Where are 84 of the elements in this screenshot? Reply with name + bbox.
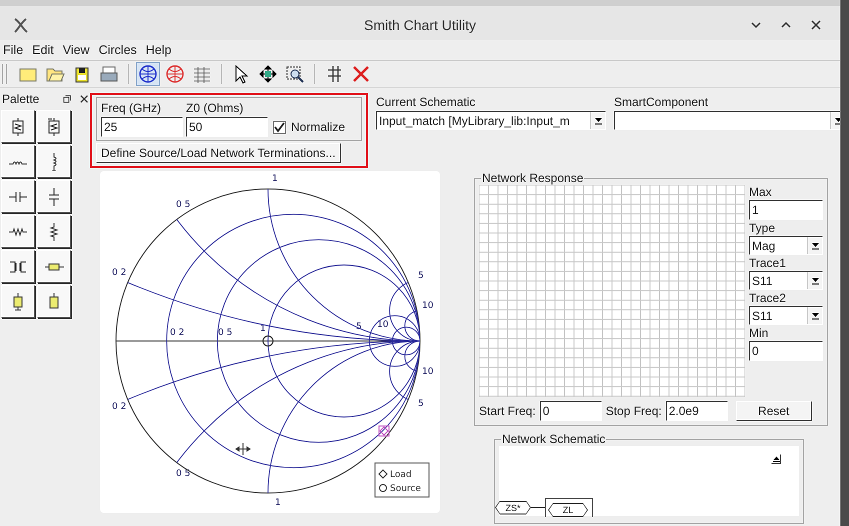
trace1-dropdown[interactable]: S11 [749, 271, 823, 290]
chart-scale-label: 0 5 [176, 469, 190, 479]
min-label: Min [749, 326, 770, 340]
palette-button[interactable] [1, 215, 35, 248]
reset-button[interactable]: Reset [736, 401, 812, 421]
palette-button[interactable] [37, 285, 71, 318]
palette-button[interactable] [37, 250, 71, 283]
palette-button[interactable] [1, 145, 35, 178]
palette-button[interactable] [37, 145, 71, 178]
normalize-label: Normalize [291, 120, 346, 134]
smart-component-dropdown[interactable] [614, 111, 840, 130]
close-icon[interactable] [810, 19, 822, 31]
diamond-icon [378, 469, 388, 479]
type-label: Type [749, 221, 776, 235]
z0-field[interactable]: 50 [186, 117, 268, 137]
source-marker [262, 336, 274, 346]
source-label: ZS* [495, 500, 531, 514]
start-freq-field[interactable]: 0 [540, 401, 602, 421]
chart-scale-label: 5 [418, 399, 424, 409]
palette-button[interactable] [37, 180, 71, 213]
restore-icon[interactable] [63, 94, 72, 104]
chart-scale-label: 0 5 [176, 200, 190, 210]
app-logo-icon [12, 16, 30, 34]
load-label: ZL [548, 503, 588, 517]
smart-component-label: SmartComponent [614, 95, 710, 109]
max-label: Max [749, 185, 773, 199]
stop-freq-field[interactable]: 2.0e9 [666, 401, 728, 421]
palette-button[interactable] [37, 215, 71, 248]
freq-label: Freq (GHz) [101, 101, 162, 115]
menu-item[interactable]: View [62, 43, 90, 57]
max-field[interactable]: 1 [749, 200, 823, 220]
scroll-up-button[interactable] [771, 454, 781, 464]
palette-title: Palette [2, 92, 40, 106]
window-title: Smith Chart Utility [362, 17, 478, 33]
caret-icon [810, 242, 820, 250]
trace1-label: Trace1 [749, 256, 787, 270]
caret-icon [594, 116, 602, 124]
close-icon[interactable] [80, 94, 88, 104]
legend-box [374, 462, 430, 498]
cursor-icon [236, 442, 250, 456]
normalize-checkbox[interactable] [273, 120, 286, 134]
freq-field[interactable]: 25 [101, 117, 183, 137]
chart-scale-label: 10 [422, 301, 434, 311]
globe-grid-icon[interactable] [136, 62, 160, 86]
circle-icon [379, 484, 387, 492]
min-field[interactable]: 0 [749, 341, 823, 361]
menu-item[interactable]: Help [146, 43, 172, 57]
legend-label: Source [390, 484, 421, 494]
chart-scale-label: 5 [418, 271, 424, 281]
palette-button[interactable] [1, 180, 35, 213]
group-title: Network Schematic [501, 432, 606, 446]
group-title: Network Response [481, 171, 584, 185]
inductor-icon [50, 152, 58, 170]
trace2-label: Trace2 [749, 291, 787, 305]
chart-scale-label: 10 [377, 320, 388, 330]
menu-item[interactable]: Edit [32, 43, 54, 57]
load-marker [378, 426, 390, 436]
palette-button[interactable] [1, 110, 35, 143]
caret-icon [772, 456, 780, 462]
menu-item[interactable]: Circles [98, 43, 137, 57]
schematic-dropdown[interactable]: Input_match [MyLibrary_lib:Input_m [376, 111, 606, 130]
stop-freq-label: Stop Freq: [606, 404, 662, 418]
palette-button[interactable] [37, 110, 71, 143]
palette-button[interactable] [1, 250, 35, 283]
caret-icon [834, 116, 840, 124]
trace2-dropdown[interactable]: S11 [749, 306, 823, 325]
chart-scale-label: 0 2 [112, 402, 126, 412]
palette-button[interactable] [1, 285, 35, 318]
caret-icon [810, 276, 820, 284]
chart-scale-label: 10 [422, 367, 434, 377]
caret-icon [810, 312, 820, 320]
chart-scale-label: 0 2 [170, 328, 184, 338]
type-dropdown[interactable]: Mag [749, 236, 823, 255]
terminations-button[interactable]: Define Source/Load Network Terminations... [96, 143, 341, 163]
chart-scale-label: 1 [275, 498, 281, 508]
chart-scale-label: 0 5 [218, 328, 232, 338]
chart-scale-label: 0 2 [112, 268, 126, 278]
chart-scale-label: 1 [272, 174, 278, 184]
schematic-label: Current Schematic [376, 95, 476, 109]
start-freq-label: Start Freq: [479, 404, 536, 418]
legend-label: Load [390, 470, 412, 480]
menu-item[interactable]: File [3, 43, 24, 57]
inductor-icon [9, 158, 27, 164]
z0-label: Z0 (Ohms) [186, 101, 244, 115]
